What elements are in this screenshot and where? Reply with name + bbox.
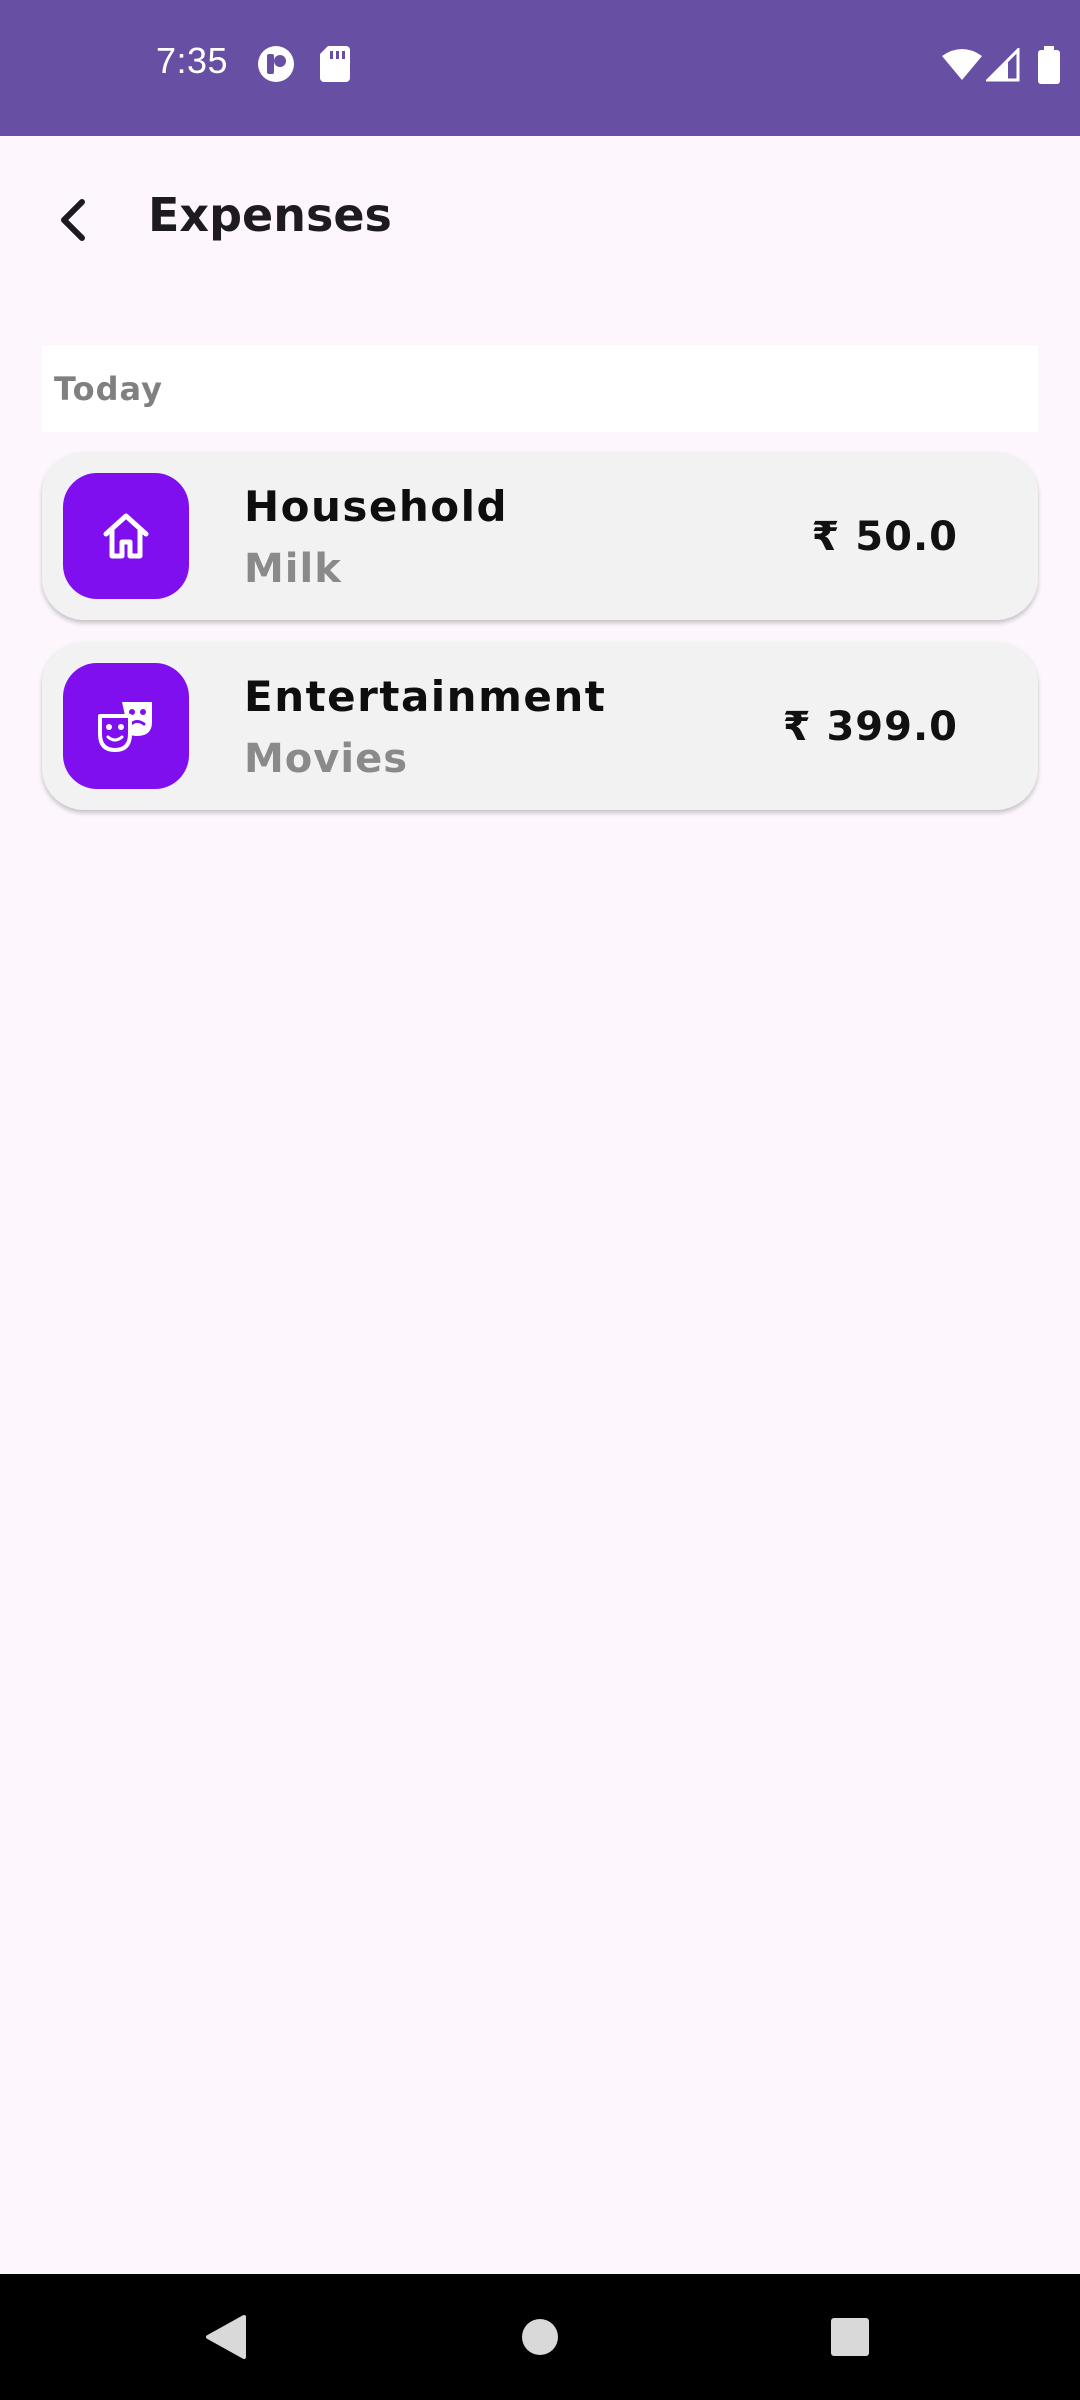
expense-category: Household <box>244 482 509 531</box>
page-title: Expenses <box>148 188 392 242</box>
app-bar: Expenses <box>0 136 1080 304</box>
expense-category: Entertainment <box>244 672 607 721</box>
wifi-icon <box>940 48 984 86</box>
expense-note: Milk <box>244 546 342 592</box>
section-header-today: Today <box>42 346 1038 432</box>
home-icon <box>103 513 149 559</box>
battery-icon <box>1038 46 1060 88</box>
expense-card-entertainment[interactable]: Entertainment Movies ₹ 399.0 <box>42 642 1038 810</box>
back-triangle-icon <box>206 2315 246 2359</box>
status-time: 7:35 <box>156 40 229 81</box>
status-bar: 7:35 <box>0 0 1080 136</box>
nav-recents-button[interactable] <box>814 2301 886 2373</box>
sd-card-icon <box>318 44 352 88</box>
expense-amount: ₹ 50.0 <box>811 514 958 560</box>
theater-masks-icon <box>98 702 152 752</box>
system-nav-bar <box>0 2274 1080 2400</box>
nav-back-button[interactable] <box>190 2301 262 2373</box>
expense-note: Movies <box>244 736 409 782</box>
signal-icon <box>984 46 1020 86</box>
section-label: Today <box>54 370 163 408</box>
expense-card-household[interactable]: Household Milk ₹ 50.0 <box>42 452 1038 620</box>
category-icon-tile <box>63 663 189 789</box>
media-session-icon <box>256 44 296 88</box>
back-arrow-icon <box>61 199 85 241</box>
expense-amount: ₹ 399.0 <box>782 704 958 750</box>
nav-home-button[interactable] <box>504 2301 576 2373</box>
back-button[interactable] <box>36 182 112 258</box>
recents-square-icon <box>831 2318 869 2356</box>
home-circle-icon <box>522 2319 558 2355</box>
category-icon-tile <box>63 473 189 599</box>
